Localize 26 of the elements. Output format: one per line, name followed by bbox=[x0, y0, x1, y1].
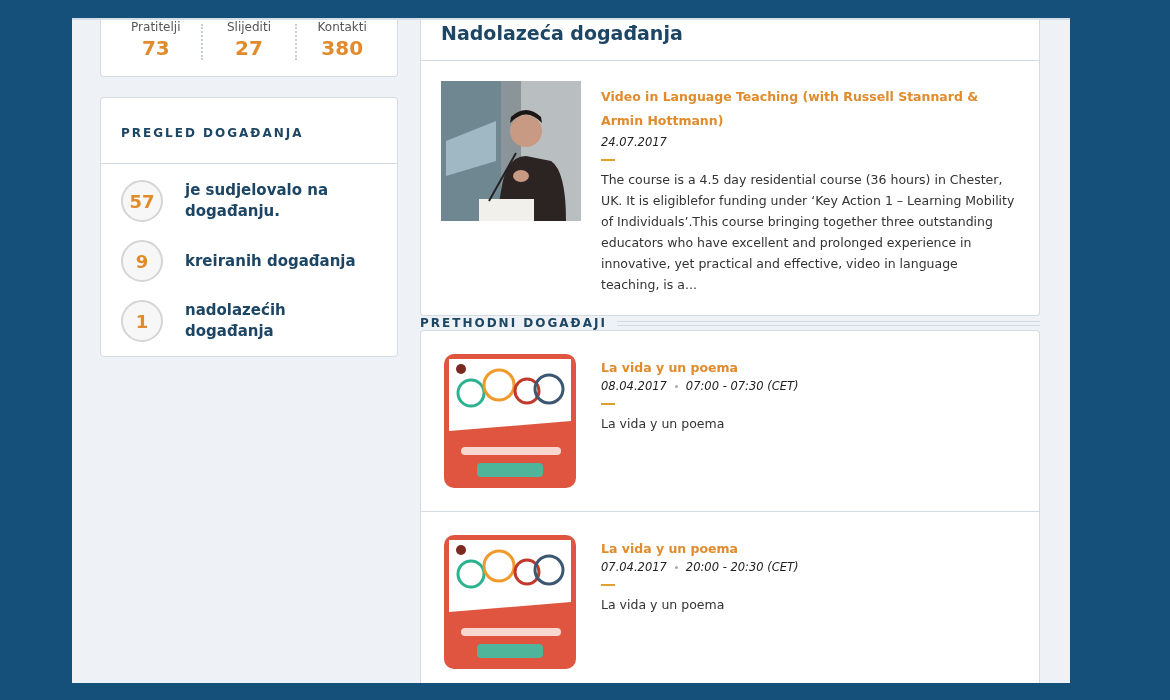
event-date: 08.04.2017 bbox=[601, 378, 667, 395]
stat-value: 73 bbox=[141, 36, 170, 60]
event-title[interactable]: Video in Language Teaching (with Russell Stannard & Armin Hottmann) bbox=[601, 85, 1019, 133]
stat-label: Kontakti bbox=[317, 20, 367, 34]
event-date: 07.04.2017 bbox=[601, 559, 667, 576]
section-title: Nadolazeća događanja bbox=[441, 22, 683, 44]
overview-label: je sudjelovalo na događanju. bbox=[185, 180, 329, 222]
event-title[interactable]: La vida y un poema bbox=[601, 359, 739, 377]
count-badge: 9 bbox=[121, 240, 163, 282]
event-description: La vida y un poema bbox=[601, 596, 725, 614]
stat-value: 27 bbox=[235, 36, 263, 60]
event-time: 07:00 - 07:30 (CET) bbox=[685, 378, 799, 395]
overview-title: PREGLED DOGAĐANJA bbox=[121, 126, 304, 140]
stat-label: Slijediti bbox=[227, 20, 271, 34]
stat-label: Pratitelji bbox=[131, 20, 181, 34]
overview-label: nadolazećih događanja bbox=[185, 300, 287, 342]
event-time: 20:00 - 20:30 (CET) bbox=[685, 559, 799, 576]
count-badge: 57 bbox=[121, 180, 163, 222]
section-heading: PRETHODNI DOGAĐAJI bbox=[420, 316, 607, 330]
stat-value: 380 bbox=[321, 36, 364, 60]
overview-label: kreiranih događanja bbox=[185, 250, 356, 272]
event-title[interactable]: La vida y un poema bbox=[601, 540, 739, 558]
count-badge: 1 bbox=[121, 300, 163, 342]
event-description: The course is a 4.5 day residential course (36 hours) in Chester, UK. It is eligiblefor funding under ‘Key Action 1 – Learning Mobility of Individuals’.This course bringing together three outstanding educators who have excellent and prolonged experience in innovative, yet practical and effective, video in language teaching, is a... bbox=[601, 171, 1016, 294]
event-date: 24.07.2017 bbox=[601, 134, 667, 151]
event-description: La vida y un poema bbox=[601, 415, 725, 433]
